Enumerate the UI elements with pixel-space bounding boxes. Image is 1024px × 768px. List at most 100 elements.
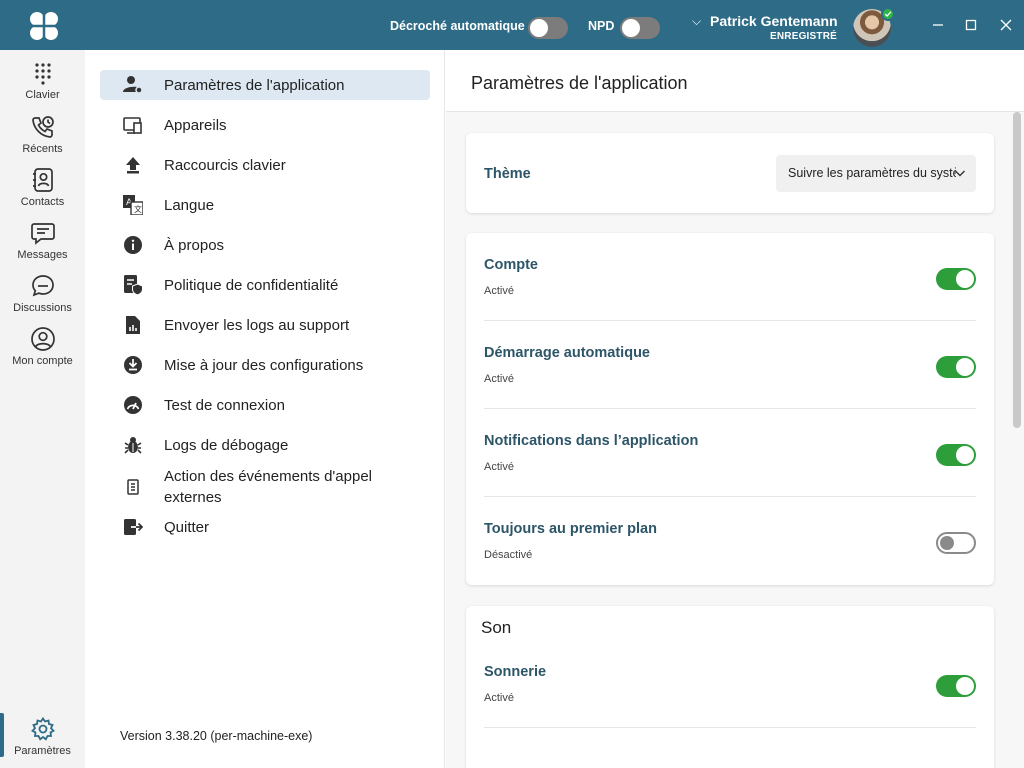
status-check-icon	[881, 7, 895, 21]
menu-item-shortcuts[interactable]: Raccourcis clavier	[100, 150, 430, 180]
shortcut-icon	[126, 157, 140, 174]
menu-item-debug-logs[interactable]: Logs de débogage	[100, 430, 430, 460]
setting-row-compte: Compte Activé	[484, 233, 976, 321]
menu-item-language[interactable]: A 文 Langue	[100, 190, 430, 220]
dialpad-icon	[34, 63, 51, 85]
auto-answer-toggle[interactable]	[528, 17, 568, 39]
npd-toggle[interactable]	[620, 17, 660, 39]
menu-label: Raccourcis clavier	[164, 157, 286, 174]
user-name[interactable]: Patrick Gentemann	[710, 13, 838, 29]
sound-card: Son Sonnerie Activé	[466, 606, 994, 768]
menu-label: À propos	[164, 237, 225, 254]
version-text: Version 3.38.20 (per-machine-exe)	[120, 729, 313, 743]
sound-section-title: Son	[481, 618, 512, 637]
menu-item-privacy[interactable]: Politique de confidentialité	[100, 270, 430, 300]
exit-icon	[124, 519, 143, 535]
always-on-top-toggle[interactable]	[936, 532, 976, 554]
account-icon	[30, 327, 55, 351]
devices-icon	[123, 117, 142, 134]
bug-icon	[124, 437, 142, 454]
theme-select[interactable]: Suivre les paramètres du système	[776, 155, 976, 192]
auto-answer-label: Décroché automatique	[390, 19, 525, 33]
rail-item-messages[interactable]: Messages	[0, 220, 85, 261]
recent-calls-icon	[31, 116, 54, 138]
svg-text:文: 文	[134, 204, 142, 214]
npd-label: NPD	[588, 19, 615, 33]
menu-label: Politique de confidentialité	[164, 277, 339, 294]
maximize-icon[interactable]	[959, 14, 983, 36]
content-scrollbar[interactable]	[1013, 112, 1021, 428]
menu-label: Paramètres de l'application	[164, 77, 345, 94]
theme-card: Thème Suivre les paramètres du système	[466, 133, 994, 213]
contacts-icon	[32, 168, 53, 192]
minimize-icon[interactable]	[926, 14, 950, 36]
menu-item-app-settings[interactable]: Paramètres de l'application	[100, 70, 430, 100]
setting-row-auto-start: Démarrage automatique Activé	[484, 321, 976, 409]
settings-content: Paramètres de l'application Thème Suivre…	[446, 50, 1024, 768]
send-logs-icon	[126, 316, 140, 334]
rail-item-recents[interactable]: Récents	[0, 114, 85, 155]
setting-status: Activé	[484, 692, 514, 704]
rail-item-parametres[interactable]: Paramètres	[0, 716, 85, 757]
menu-label: Mise à jour des configurations	[164, 357, 364, 374]
menu-label: Test de connexion	[164, 397, 285, 414]
menu-item-update-config[interactable]: Mise à jour des configurations	[100, 350, 430, 380]
user-settings-icon	[123, 76, 143, 94]
setting-status: Désactivé	[484, 549, 533, 561]
page-title: Paramètres de l'application	[471, 73, 688, 93]
setting-title: Notifications dans l’application	[484, 433, 699, 449]
settings-menu: Paramètres de l'application Appareils Ra…	[85, 50, 445, 768]
auto-start-toggle[interactable]	[936, 356, 976, 378]
theme-select-value: Suivre les paramètres du système	[788, 166, 956, 180]
general-settings-card: Compte Activé Démarrage automatique Acti…	[466, 233, 994, 585]
setting-title: Démarrage automatique	[484, 345, 650, 361]
rail-item-clavier[interactable]: Clavier	[0, 60, 85, 101]
download-icon	[124, 356, 142, 374]
chevron-down-icon[interactable]: ⌵	[692, 14, 701, 29]
rail-item-discussions[interactable]: Discussions	[0, 273, 85, 314]
menu-item-about[interactable]: À propos	[100, 230, 430, 260]
close-icon[interactable]	[994, 14, 1018, 36]
menu-item-devices[interactable]: Appareils	[100, 110, 430, 140]
user-status: ENREGISTRÉ	[769, 31, 837, 42]
rail-label: Contacts	[20, 196, 65, 208]
rail-label: Paramètres	[14, 745, 71, 757]
setting-row-notifications: Notifications dans l’application Activé	[484, 409, 976, 497]
setting-title: Sonnerie	[484, 664, 547, 680]
menu-item-send-logs[interactable]: Envoyer les logs au support	[100, 310, 430, 340]
discussions-icon	[31, 275, 54, 297]
menu-label: Appareils	[164, 117, 227, 134]
theme-label: Thème	[484, 166, 531, 182]
rail-label: Discussions	[13, 302, 72, 314]
setting-row-ringtone: Sonnerie Activé	[484, 640, 976, 728]
rail-label: Messages	[17, 249, 68, 261]
menu-item-quit[interactable]: Quitter	[100, 512, 430, 542]
content-header: Paramètres de l'application	[446, 50, 1024, 112]
rail-item-contacts[interactable]: Contacts	[0, 167, 85, 208]
ringtone-toggle[interactable]	[936, 675, 976, 697]
setting-title: Compte	[484, 257, 538, 273]
privacy-icon	[124, 275, 143, 295]
gear-icon	[30, 716, 55, 741]
menu-label: Quitter	[164, 519, 210, 536]
setting-status: Activé	[484, 461, 514, 473]
compte-toggle[interactable]	[936, 268, 976, 290]
setting-title: Toujours au premier plan	[484, 521, 657, 537]
setting-status: Activé	[484, 373, 514, 385]
notifications-toggle[interactable]	[936, 444, 976, 466]
setting-row-always-on-top: Toujours au premier plan Désactivé	[484, 497, 976, 585]
speed-test-icon	[124, 396, 142, 414]
setting-status: Activé	[484, 285, 514, 297]
menu-label: Langue	[164, 197, 215, 214]
document-icon	[127, 479, 139, 495]
chevron-down-icon	[955, 170, 965, 177]
app-logo-icon	[30, 12, 58, 40]
rail-item-mon-compte[interactable]: Mon compte	[0, 326, 85, 367]
menu-item-connection-test[interactable]: Test de connexion	[100, 390, 430, 420]
language-icon: A 文	[123, 195, 143, 215]
menu-label: Action des événements d'appel externes	[164, 468, 373, 506]
menu-item-external-call-events[interactable]: Action des événements d'appel externes	[100, 464, 430, 510]
nav-rail: Clavier Récents Contacts Messages Discus…	[0, 50, 85, 768]
rail-label: Clavier	[25, 89, 60, 101]
rail-label: Mon compte	[12, 355, 73, 367]
